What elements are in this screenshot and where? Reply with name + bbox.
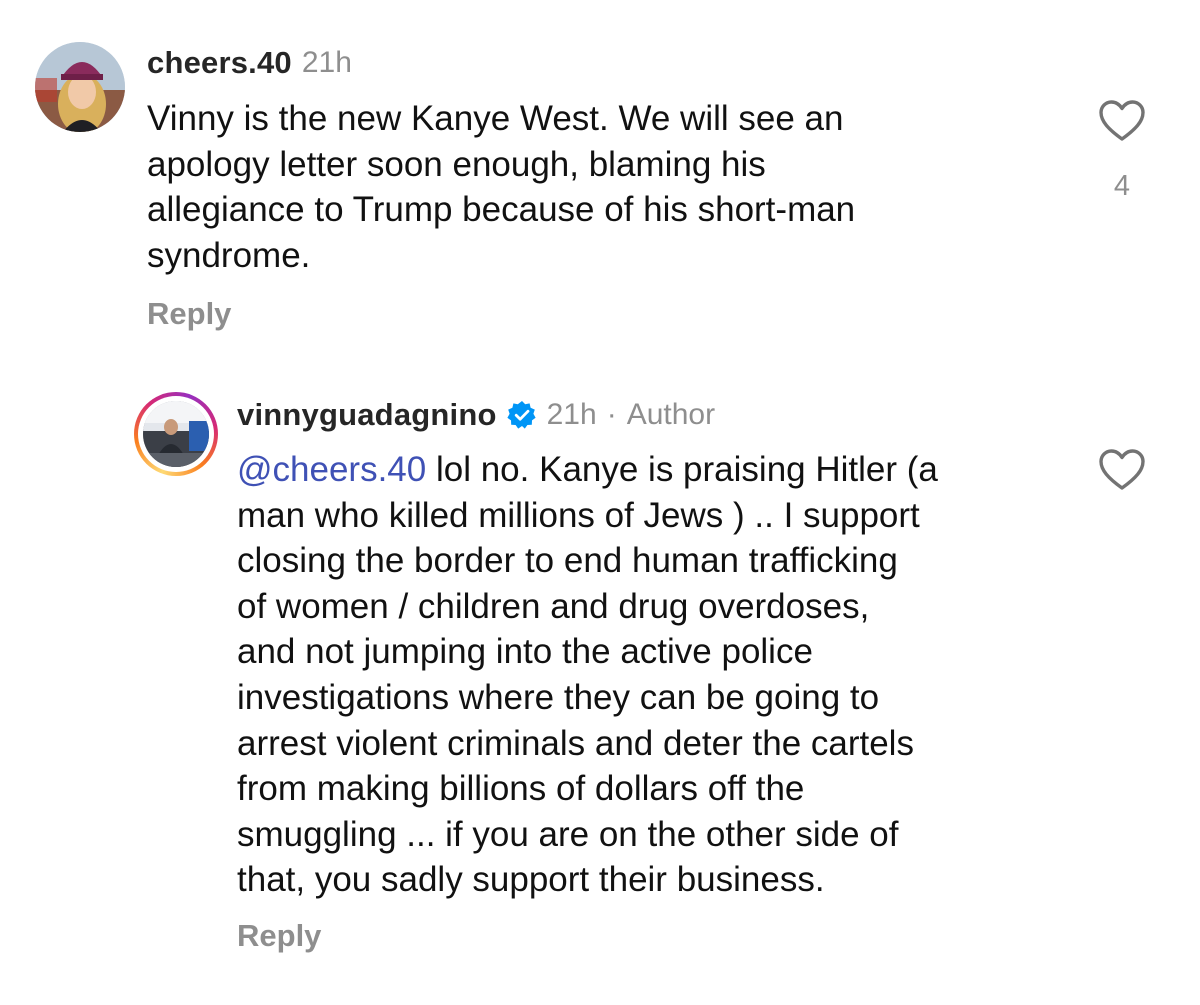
verified-badge-icon [507, 400, 537, 430]
avatar[interactable] [143, 401, 209, 467]
username[interactable]: cheers.40 [147, 45, 292, 81]
comment-text: @cheers.40 lol no. Kanye is praising Hit… [237, 447, 1067, 903]
reply-button[interactable]: Reply [147, 296, 231, 332]
author-badge: Author [626, 398, 716, 431]
timestamp: 21h [546, 398, 597, 431]
comment-text: Vinny is the new Kanye West. We will see… [147, 99, 856, 275]
like-count: 4 [1113, 170, 1131, 202]
comment-item: cheers.40 21h Vinny is the new Kanye Wes… [0, 0, 1200, 360]
comment-header: cheers.40 21h [147, 42, 352, 84]
heart-outline-icon [1099, 449, 1145, 490]
avatar-photo [35, 42, 125, 132]
like-button[interactable] [1098, 99, 1146, 143]
heart-outline-icon [1099, 100, 1145, 141]
reply-comment-item: vinnyguadagnino 21h · Author @cheers.40 … [0, 370, 1200, 1005]
meta-separator: · [606, 398, 617, 431]
comment-body: lol no. Kanye is praising Hitler (a man … [237, 450, 938, 900]
like-button[interactable] [1098, 448, 1146, 492]
username[interactable]: vinnyguadagnino [237, 397, 497, 433]
reply-button[interactable]: Reply [237, 918, 321, 954]
comment-header: vinnyguadagnino 21h · Author [237, 394, 715, 436]
mention-link[interactable]: @cheers.40 [237, 450, 426, 489]
timestamp: 21h [301, 46, 352, 79]
avatar[interactable] [35, 42, 125, 132]
avatar-photo [143, 401, 209, 467]
